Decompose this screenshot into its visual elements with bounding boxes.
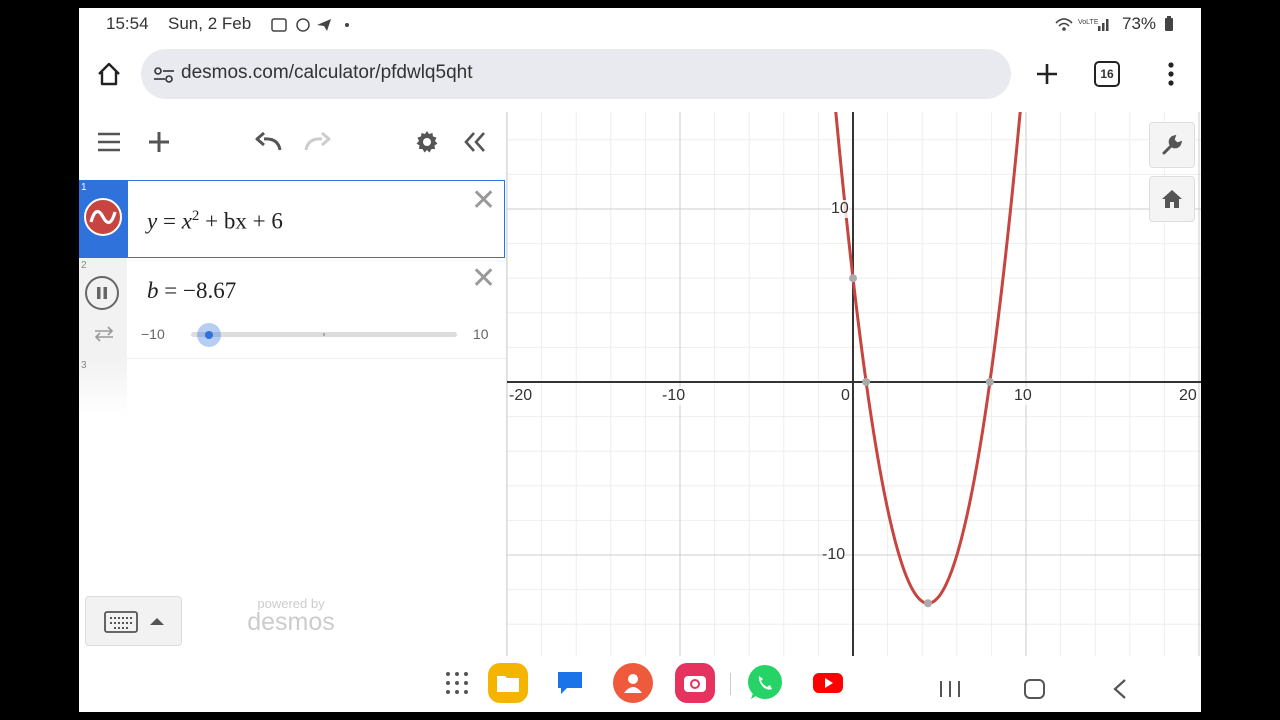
redo-button[interactable] bbox=[303, 128, 333, 156]
slider-midpoint bbox=[323, 333, 325, 336]
x-tick-label: 10 bbox=[1014, 387, 1032, 405]
browser-toolbar: desmos.com/calculator/pfdwlq5qht 16 bbox=[79, 46, 1201, 106]
keyboard-icon bbox=[104, 611, 164, 633]
slider-track[interactable] bbox=[191, 323, 457, 347]
slider-expression-math[interactable]: b = −8.67 bbox=[147, 278, 236, 304]
camera-icon[interactable] bbox=[675, 663, 715, 703]
tab-switcher-button[interactable]: 16 bbox=[1094, 61, 1120, 87]
main-menu-button[interactable] bbox=[95, 128, 123, 156]
empty-expression-row[interactable]: 3 bbox=[79, 358, 506, 416]
messages-icon[interactable] bbox=[550, 663, 590, 703]
expression-gutter: 1 bbox=[79, 180, 127, 258]
undo-button[interactable] bbox=[253, 128, 283, 156]
expression-gutter: 2 bbox=[79, 258, 127, 358]
keypad-toggle-button[interactable] bbox=[85, 596, 182, 646]
status-time: 15:54 bbox=[106, 14, 149, 33]
expression-panel: 1 y = x2 + bx + 6 ✕ 2 b = −8.67 ✕ −10 10… bbox=[79, 112, 507, 656]
battery-percent: 73% bbox=[1122, 14, 1157, 33]
x-tick-label: -20 bbox=[509, 387, 533, 405]
graph-canvas[interactable] bbox=[507, 112, 1201, 656]
whatsapp-icon[interactable] bbox=[745, 663, 785, 703]
loop-icon[interactable] bbox=[93, 326, 115, 342]
signal-icons: VoLTE bbox=[1055, 18, 1109, 31]
y-tick-label: -10 bbox=[822, 546, 846, 564]
expression-row[interactable]: 1 y = x2 + bx + 6 ✕ bbox=[79, 180, 506, 258]
gear-icon bbox=[416, 131, 438, 153]
contacts-icon[interactable] bbox=[613, 663, 653, 703]
delete-expression-button[interactable]: ✕ bbox=[471, 186, 496, 216]
math-base: x bbox=[181, 208, 192, 234]
y-tick-label: 10 bbox=[831, 200, 849, 218]
url-text[interactable]: desmos.com/calculator/pfdwlq5qht bbox=[181, 62, 472, 84]
math-exponent: 2 bbox=[191, 208, 200, 224]
point-of-interest bbox=[862, 378, 871, 386]
battery-icon bbox=[1165, 16, 1173, 31]
double-chevron-left-icon bbox=[464, 132, 485, 152]
home-button[interactable] bbox=[93, 58, 125, 90]
youtube-icon[interactable] bbox=[808, 663, 848, 703]
tablet-screen: 15:54 Sun, 2 Feb VoLTE 73% desmos.com/ca… bbox=[79, 8, 1201, 712]
point-of-interest bbox=[849, 274, 857, 283]
hamburger-menu-icon bbox=[98, 132, 120, 152]
pause-icon bbox=[97, 287, 107, 299]
expression-gutter: 3 bbox=[79, 358, 127, 416]
x-tick-label: 0 bbox=[841, 387, 850, 405]
home-icon bbox=[98, 62, 120, 86]
notification-icons bbox=[271, 18, 349, 32]
wrench-icon bbox=[1162, 134, 1183, 155]
files-icon[interactable] bbox=[488, 663, 528, 703]
expression-number: 3 bbox=[81, 360, 87, 371]
graph-settings-wrench-button[interactable] bbox=[1149, 122, 1195, 168]
delete-expression-button[interactable]: ✕ bbox=[471, 264, 496, 294]
expression-toolbar bbox=[79, 112, 506, 172]
expression-number: 1 bbox=[81, 182, 87, 193]
back-nav-button[interactable] bbox=[1111, 678, 1129, 700]
slider-variable: b bbox=[147, 278, 159, 303]
add-item-button[interactable] bbox=[145, 128, 173, 156]
android-navigation-bar bbox=[79, 656, 1201, 712]
home-nav-button[interactable] bbox=[1023, 678, 1047, 700]
curve-color-toggle[interactable] bbox=[84, 198, 122, 236]
slider-value: −8.67 bbox=[182, 278, 237, 303]
more-vertical-icon bbox=[1168, 62, 1174, 86]
apps-grid-icon[interactable] bbox=[437, 663, 477, 703]
expression-number: 2 bbox=[81, 260, 87, 271]
wave-icon bbox=[89, 210, 117, 224]
slider-row[interactable]: 2 b = −8.67 ✕ −10 10 bbox=[79, 258, 506, 359]
expression-math[interactable]: y = x2 + bx + 6 bbox=[147, 208, 283, 235]
nav-divider bbox=[730, 673, 731, 695]
plus-icon bbox=[1037, 64, 1057, 84]
redo-icon bbox=[304, 132, 331, 151]
powered-by-desmos: powered by desmos bbox=[247, 596, 335, 636]
home-view-button[interactable] bbox=[1149, 176, 1195, 222]
point-of-interest bbox=[923, 599, 932, 608]
status-bar: 15:54 Sun, 2 Feb VoLTE 73% bbox=[79, 8, 1201, 40]
graph-settings-button[interactable] bbox=[414, 129, 440, 155]
math-lhs: y bbox=[147, 208, 158, 234]
svg-text:VoLTE: VoLTE bbox=[1078, 19, 1099, 26]
slider-max[interactable]: 10 bbox=[473, 326, 489, 342]
slider-min[interactable]: −10 bbox=[141, 326, 165, 342]
x-tick-label: 20 bbox=[1179, 387, 1197, 405]
undo-icon bbox=[255, 132, 282, 151]
point-of-interest bbox=[985, 378, 994, 386]
x-tick-label: -10 bbox=[662, 387, 686, 405]
math-rest: + bx + 6 bbox=[205, 208, 283, 234]
slider-handle[interactable] bbox=[196, 323, 221, 347]
graph-paper[interactable]: -20 -10 0 10 20 10 -10 bbox=[507, 112, 1201, 656]
browser-menu-button[interactable] bbox=[1159, 58, 1183, 90]
tab-count: 16 bbox=[1100, 67, 1114, 81]
recent-apps-button[interactable] bbox=[938, 679, 962, 699]
home-icon bbox=[1162, 190, 1182, 208]
collapse-list-button[interactable] bbox=[461, 128, 489, 156]
status-date: Sun, 2 Feb bbox=[168, 14, 252, 33]
site-settings-icon[interactable] bbox=[153, 66, 175, 84]
plus-icon bbox=[149, 132, 169, 152]
pause-button[interactable] bbox=[85, 276, 119, 310]
new-tab-button[interactable] bbox=[1031, 58, 1063, 90]
